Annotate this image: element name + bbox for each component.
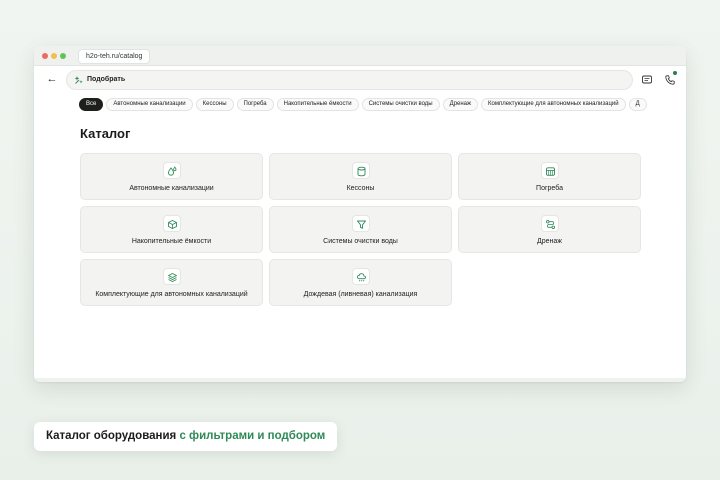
maximize-window-button[interactable]: [60, 53, 66, 59]
chip-truncated[interactable]: Д: [628, 98, 647, 111]
category-card-drainage[interactable]: Дренаж: [458, 206, 641, 253]
category-label: Автономные канализации: [129, 185, 214, 192]
layers-icon: [168, 273, 177, 282]
search-placeholder: Подобрать: [87, 76, 126, 83]
category-label: Накопительные ёмкости: [131, 238, 212, 245]
chip-all[interactable]: Все: [79, 98, 104, 111]
cylinder-icon: [357, 166, 366, 177]
address-bar[interactable]: h2o-teh.ru/catalog: [78, 49, 151, 64]
caption-highlight: с фильтрами и подбором: [179, 430, 326, 442]
chip-autonomous-sewage[interactable]: Автономные канализации: [106, 98, 193, 111]
caption-text: Каталог оборудования: [46, 430, 177, 442]
category-label: Погреба: [536, 185, 563, 192]
filter-icon: [357, 220, 366, 229]
category-card-rain-sewage[interactable]: Дождевая (ливневая) канализация: [269, 259, 452, 306]
browser-window: h2o-teh.ru/catalog ← Подобрать Все Автоно…: [34, 46, 686, 382]
close-window-button[interactable]: [42, 53, 48, 59]
search-bar[interactable]: Подобрать: [66, 70, 633, 90]
category-card-storage-tanks[interactable]: Накопительные ёмкости: [80, 206, 263, 253]
category-card-cellars[interactable]: Погреба: [458, 153, 641, 200]
notification-dot: [673, 71, 677, 75]
category-card-components[interactable]: Комплектующие для автономных канализаций: [80, 259, 263, 306]
box-icon: [168, 219, 177, 230]
rain-cloud-icon: [356, 273, 367, 282]
back-arrow-icon[interactable]: ←: [46, 73, 58, 85]
category-card-caissons[interactable]: Кессоны: [269, 153, 452, 200]
category-label: Системы очистки воды: [323, 238, 398, 245]
minimize-window-button[interactable]: [51, 53, 57, 59]
chip-components[interactable]: Комплектующие для автономных канализаций: [481, 98, 626, 111]
category-label: Дренаж: [537, 238, 562, 245]
category-label: Дождевая (ливневая) канализация: [303, 291, 418, 298]
chip-cellars[interactable]: Погреба: [236, 98, 274, 111]
window-bottom-edge: [34, 378, 686, 382]
category-card-autonomous-sewage[interactable]: Автономные канализации: [80, 153, 263, 200]
browser-titlebar: h2o-teh.ru/catalog: [34, 46, 686, 66]
chip-caissons[interactable]: Кессоны: [195, 98, 234, 111]
cellar-icon: [546, 167, 555, 176]
sparkle-icon: [74, 76, 83, 84]
category-label: Кессоны: [346, 185, 375, 192]
caption-banner: Каталог оборудования с фильтрами и подбо…: [34, 422, 338, 451]
filter-chips: Все Автономные канализации Кессоны Погреба Н…: [79, 98, 686, 112]
chip-water-treatment[interactable]: Системы очистки воды: [361, 98, 440, 111]
chip-drainage[interactable]: Дренаж: [442, 98, 479, 111]
route-icon: [545, 219, 556, 230]
phone-icon[interactable]: [664, 74, 676, 86]
drops-icon: [168, 166, 177, 176]
category-card-water-treatment[interactable]: Системы очистки воды: [269, 206, 452, 253]
category-label: Комплектующие для автономных канализаций: [95, 291, 248, 298]
page-title: Каталог: [80, 126, 131, 141]
chip-storage-tanks[interactable]: Накопительные ёмкости: [276, 98, 359, 111]
chat-icon[interactable]: [641, 74, 653, 86]
